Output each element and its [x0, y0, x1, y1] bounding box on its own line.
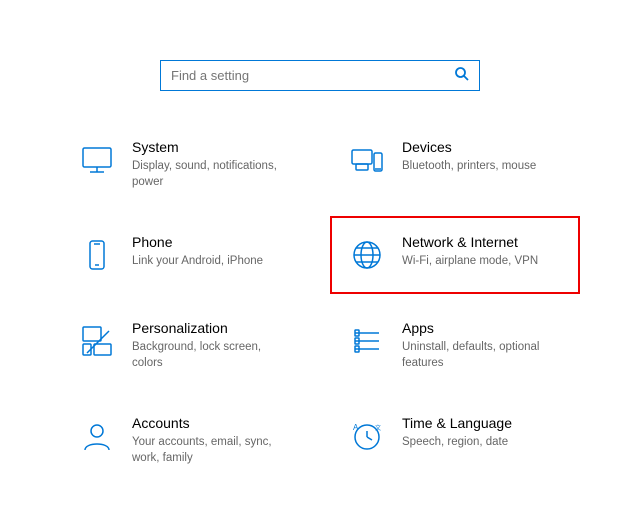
setting-name-personalization: Personalization [132, 320, 294, 336]
devices-icon [346, 139, 388, 181]
settings-grid: System Display, sound, notifications, po… [60, 121, 580, 485]
search-bar[interactable] [160, 60, 480, 91]
setting-item-devices[interactable]: Devices Bluetooth, printers, mouse [330, 121, 580, 208]
window-controls [494, 0, 632, 30]
setting-name-accounts: Accounts [132, 415, 294, 431]
setting-item-apps[interactable]: Apps Uninstall, defaults, optional featu… [330, 302, 580, 389]
setting-desc-system: Display, sound, notifications, power [132, 158, 294, 190]
title-bar [0, 0, 640, 30]
setting-text-phone: Phone Link your Android, iPhone [132, 234, 263, 269]
personalization-icon [76, 320, 118, 362]
setting-desc-accounts: Your accounts, email, sync, work, family [132, 434, 294, 466]
main-content: System Display, sound, notifications, po… [0, 30, 640, 505]
setting-text-accounts: Accounts Your accounts, email, sync, wor… [132, 415, 294, 466]
setting-name-system: System [132, 139, 294, 155]
search-input[interactable] [171, 68, 455, 83]
svg-text:文: 文 [375, 424, 381, 432]
setting-desc-network: Wi-Fi, airplane mode, VPN [402, 253, 538, 269]
setting-name-apps: Apps [402, 320, 564, 336]
accounts-icon [76, 415, 118, 457]
setting-text-personalization: Personalization Background, lock screen,… [132, 320, 294, 371]
setting-text-system: System Display, sound, notifications, po… [132, 139, 294, 190]
setting-text-network: Network & Internet Wi-Fi, airplane mode,… [402, 234, 538, 269]
setting-name-devices: Devices [402, 139, 536, 155]
setting-name-network: Network & Internet [402, 234, 538, 250]
setting-name-phone: Phone [132, 234, 263, 250]
setting-desc-time: Speech, region, date [402, 434, 512, 450]
maximize-button[interactable] [540, 0, 586, 30]
setting-name-time: Time & Language [402, 415, 512, 431]
setting-text-time: Time & Language Speech, region, date [402, 415, 512, 450]
setting-desc-phone: Link your Android, iPhone [132, 253, 263, 269]
svg-text:A: A [353, 423, 359, 432]
setting-item-accounts[interactable]: Accounts Your accounts, email, sync, wor… [60, 397, 310, 484]
search-icon [455, 67, 469, 84]
setting-item-network[interactable]: Network & Internet Wi-Fi, airplane mode,… [330, 216, 580, 294]
setting-desc-apps: Uninstall, defaults, optional features [402, 339, 564, 371]
setting-item-phone[interactable]: Phone Link your Android, iPhone [60, 216, 310, 294]
system-icon [76, 139, 118, 181]
setting-text-devices: Devices Bluetooth, printers, mouse [402, 139, 536, 174]
minimize-button[interactable] [494, 0, 540, 30]
setting-item-personalization[interactable]: Personalization Background, lock screen,… [60, 302, 310, 389]
apps-icon [346, 320, 388, 362]
close-button[interactable] [586, 0, 632, 30]
setting-item-system[interactable]: System Display, sound, notifications, po… [60, 121, 310, 208]
setting-item-time[interactable]: A 文 Time & Language Speech, region, date [330, 397, 580, 484]
time-icon: A 文 [346, 415, 388, 457]
network-icon [346, 234, 388, 276]
setting-desc-personalization: Background, lock screen, colors [132, 339, 294, 371]
setting-desc-devices: Bluetooth, printers, mouse [402, 158, 536, 174]
setting-text-apps: Apps Uninstall, defaults, optional featu… [402, 320, 564, 371]
phone-icon [76, 234, 118, 276]
